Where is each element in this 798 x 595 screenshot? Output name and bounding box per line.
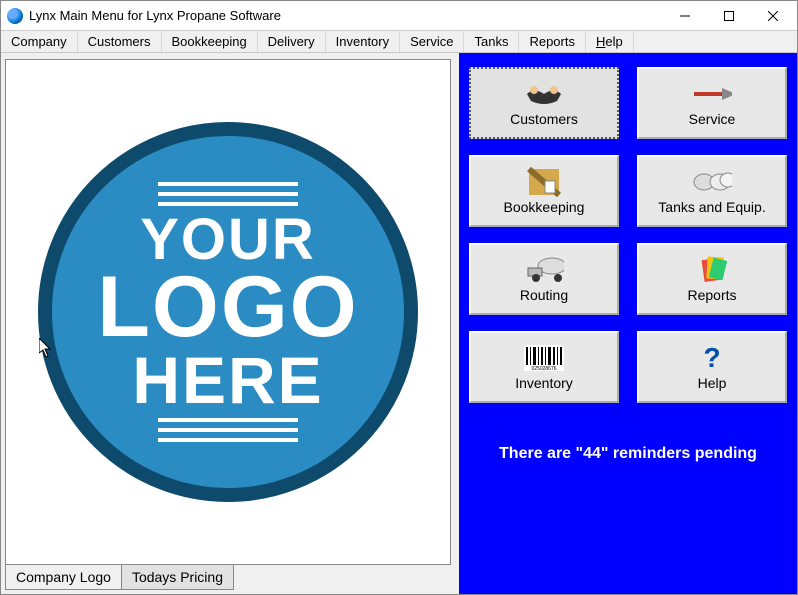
tanks-label: Tanks and Equip. [658, 199, 765, 215]
minimize-button[interactable] [663, 2, 707, 30]
wrench-icon [692, 79, 732, 109]
close-button[interactable] [751, 2, 795, 30]
content-area: YOUR LOGO HERE Company Logo Todays Prici… [1, 53, 797, 594]
right-panel: Customers Service Bookkeeping Tanks and … [459, 53, 797, 594]
button-grid: Customers Service Bookkeeping Tanks and … [469, 67, 787, 403]
help-icon: ? [692, 343, 732, 373]
bookkeeping-button[interactable]: Bookkeeping [469, 155, 619, 227]
customers-label: Customers [510, 111, 578, 127]
menu-service[interactable]: Service [400, 31, 464, 52]
app-icon [7, 8, 23, 24]
inventory-button[interactable]: 025028676 Inventory [469, 331, 619, 403]
company-logo-placeholder: YOUR LOGO HERE [38, 122, 418, 502]
menu-company[interactable]: Company [1, 31, 78, 52]
tanks-button[interactable]: Tanks and Equip. [637, 155, 787, 227]
logo-text-line3: HERE [97, 349, 358, 412]
menu-tanks[interactable]: Tanks [464, 31, 519, 52]
routing-button[interactable]: Routing [469, 243, 619, 315]
menu-customers[interactable]: Customers [78, 31, 162, 52]
window-title: Lynx Main Menu for Lynx Propane Software [29, 8, 663, 23]
help-button[interactable]: ? Help [637, 331, 787, 403]
barcode-icon: 025028676 [524, 343, 564, 373]
tab-strip: Company Logo Todays Pricing [5, 564, 233, 590]
reminders-pending-text: There are "44" reminders pending [469, 445, 787, 463]
logo-frame: YOUR LOGO HERE [5, 59, 451, 565]
menu-help[interactable]: Help [586, 31, 634, 52]
inventory-label: Inventory [515, 375, 573, 391]
service-label: Service [689, 111, 736, 127]
reports-button[interactable]: Reports [637, 243, 787, 315]
menubar: Company Customers Bookkeeping Delivery I… [1, 31, 797, 53]
titlebar: Lynx Main Menu for Lynx Propane Software [1, 1, 797, 31]
tab-company-logo[interactable]: Company Logo [5, 564, 122, 590]
svg-text:025028676: 025028676 [531, 366, 556, 371]
customers-button[interactable]: Customers [469, 67, 619, 139]
bookkeeping-label: Bookkeeping [504, 199, 585, 215]
reports-icon [692, 255, 732, 285]
svg-text:?: ? [703, 343, 720, 373]
left-panel: YOUR LOGO HERE Company Logo Todays Prici… [1, 53, 459, 594]
logo-text-line2: LOGO [97, 267, 358, 349]
reports-label: Reports [687, 287, 736, 303]
maximize-button[interactable] [707, 2, 751, 30]
service-button[interactable]: Service [637, 67, 787, 139]
ledger-icon [524, 167, 564, 197]
menu-bookkeeping[interactable]: Bookkeeping [162, 31, 258, 52]
menu-inventory[interactable]: Inventory [326, 31, 400, 52]
truck-icon [524, 255, 564, 285]
menu-delivery[interactable]: Delivery [258, 31, 326, 52]
handshake-icon [524, 79, 564, 109]
tanks-icon [692, 167, 732, 197]
help-label: Help [698, 375, 727, 391]
menu-reports[interactable]: Reports [519, 31, 586, 52]
tab-todays-pricing[interactable]: Todays Pricing [121, 564, 234, 590]
routing-label: Routing [520, 287, 568, 303]
